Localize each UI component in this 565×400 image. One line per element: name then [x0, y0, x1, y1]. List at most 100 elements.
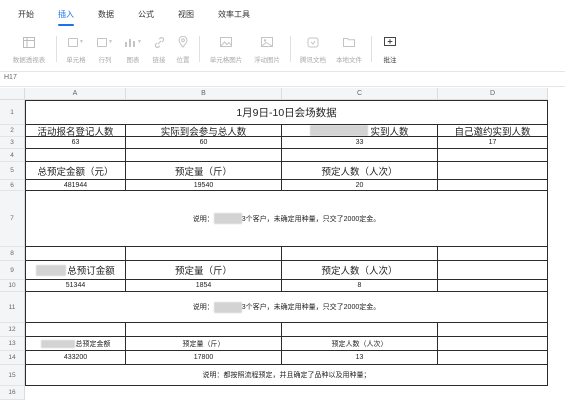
cell-c14[interactable]: 13 — [282, 351, 438, 365]
cell-a4[interactable] — [26, 149, 126, 162]
tab-efficiency-tools[interactable]: 效率工具 — [206, 9, 262, 28]
cell-b14[interactable]: 17800 — [126, 351, 282, 365]
cell-b6[interactable]: 19540 — [126, 180, 282, 191]
tab-insert[interactable]: 插入 — [46, 9, 86, 28]
row-header-10[interactable]: 10 — [0, 280, 25, 292]
floating-image-icon — [261, 34, 273, 50]
local-file-label: 本地文件 — [336, 57, 362, 64]
link-button[interactable]: 链接 — [147, 28, 171, 68]
cell-d4[interactable] — [438, 149, 548, 162]
cell-d3[interactable]: 17 — [438, 137, 548, 149]
column-header-d[interactable]: D — [438, 88, 548, 100]
floating-image-button[interactable]: 浮动图片 — [248, 28, 286, 68]
cell-b4[interactable] — [126, 149, 282, 162]
rows-columns-button[interactable]: ▼ 行列 — [91, 28, 119, 68]
location-icon — [178, 34, 188, 50]
cell-b9[interactable]: 预定量（斤） — [126, 261, 282, 280]
cell-d14[interactable] — [438, 351, 548, 365]
cell-a5[interactable]: 总预定金额（元） — [26, 162, 126, 180]
tab-home[interactable]: 开始 — [6, 9, 46, 28]
cell-d8[interactable] — [438, 247, 548, 261]
row-header-12[interactable]: 12 — [0, 323, 25, 337]
cell-d12[interactable] — [438, 323, 548, 337]
cell-a9-text: 总预订金额 — [67, 266, 115, 277]
cell-d9[interactable] — [438, 261, 548, 280]
column-header-b[interactable]: B — [126, 88, 282, 100]
pivot-table-icon — [23, 34, 35, 50]
cells-button[interactable]: ▼ 单元格 — [61, 28, 91, 68]
cell-c10[interactable]: 8 — [282, 280, 438, 292]
cell-d10[interactable] — [438, 280, 548, 292]
cell-a2[interactable]: 活动报名登记人数 — [26, 125, 126, 137]
row-header-9[interactable]: 9 — [0, 261, 25, 280]
cell-b12[interactable] — [126, 323, 282, 337]
tab-view[interactable]: 视图 — [166, 9, 206, 28]
pivot-table-button[interactable]: 数据透视表 — [6, 28, 52, 68]
sheet-title-cell[interactable]: 1月9日-10日会场数据 — [26, 101, 548, 125]
cell-c9[interactable]: 预定人数（人次） — [282, 261, 438, 280]
folder-icon — [343, 34, 355, 50]
note-cell-row11[interactable]: 说明： 3个客户，未确定用种量，只交了2000定金。 — [26, 292, 548, 323]
note-cell-row7[interactable]: 说明： 3个客户，未确定用种量，只交了2000定金。 — [26, 191, 548, 247]
cell-a14[interactable]: 433200 — [26, 351, 126, 365]
row-header-3[interactable]: 3 — [0, 137, 25, 149]
note-cell-row15[interactable]: 说明：都按照流程预定，并且确定了品种以及用种量； — [26, 365, 548, 386]
cell-a12[interactable] — [26, 323, 126, 337]
location-button[interactable]: 位置 — [171, 28, 195, 68]
tencent-doc-button[interactable]: 腾讯文档 — [295, 28, 331, 68]
row-header-7[interactable]: 7 — [0, 191, 25, 247]
chart-button[interactable]: ▼ 图表 — [119, 28, 147, 68]
note-text: 3个客户，未确定用种量，只交了2000定金。 — [241, 304, 381, 311]
select-all-corner[interactable] — [0, 88, 25, 100]
tab-data[interactable]: 数据 — [86, 9, 126, 28]
cell-c6[interactable]: 20 — [282, 180, 438, 191]
cell-c2[interactable]: 实到人数 — [282, 125, 438, 137]
cell-c12[interactable] — [282, 323, 438, 337]
row-header-13[interactable]: 13 — [0, 337, 25, 351]
cell-a8[interactable] — [26, 247, 126, 261]
cell-c5[interactable]: 预定人数（人次） — [282, 162, 438, 180]
cell-a3[interactable]: 63 — [26, 137, 126, 149]
cell-c4[interactable] — [282, 149, 438, 162]
floating-image-label: 浮动图片 — [254, 57, 280, 64]
row-header-2[interactable]: 2 — [0, 125, 25, 137]
row-header-15[interactable]: 15 — [0, 365, 25, 386]
cell-b5[interactable]: 预定量（斤） — [126, 162, 282, 180]
column-header-c[interactable]: C — [282, 88, 438, 100]
tab-formula[interactable]: 公式 — [126, 9, 166, 28]
cell-b13[interactable]: 预定量（斤） — [126, 337, 282, 351]
cell-d2[interactable]: 自己邀约实到人数 — [438, 125, 548, 137]
row-header-11[interactable]: 11 — [0, 292, 25, 323]
local-file-button[interactable]: 本地文件 — [331, 28, 367, 68]
cell-image-label: 单元格图片 — [209, 57, 243, 64]
pivot-table-label: 数据透视表 — [12, 57, 46, 64]
cell-image-button[interactable]: 单元格图片 — [204, 28, 248, 68]
cell-c2-text: 实到人数 — [370, 126, 409, 137]
cell-b8[interactable] — [126, 247, 282, 261]
cell-a13[interactable]: 总预定金额 — [26, 337, 126, 351]
cell-b2[interactable]: 实际到会参与总人数 — [126, 125, 282, 137]
cell-c13[interactable]: 预定人数（人次） — [282, 337, 438, 351]
row-header-6[interactable]: 6 — [0, 180, 25, 191]
comment-button[interactable]: 批注 — [376, 28, 404, 68]
comment-icon — [384, 34, 396, 50]
column-header-a[interactable]: A — [25, 88, 126, 100]
cell-d13[interactable] — [438, 337, 548, 351]
cell-c8[interactable] — [282, 247, 438, 261]
cell-c3[interactable]: 33 — [282, 137, 438, 149]
cell-d5[interactable] — [438, 162, 548, 180]
row-header-16[interactable]: 16 — [0, 386, 25, 400]
cell-a10[interactable]: 51344 — [26, 280, 126, 292]
cell-b10[interactable]: 1854 — [126, 280, 282, 292]
link-label: 链接 — [152, 57, 166, 64]
row-header-8[interactable]: 8 — [0, 247, 25, 261]
row-header-5[interactable]: 5 — [0, 162, 25, 180]
row-header-4[interactable]: 4 — [0, 149, 25, 162]
cell-a6[interactable]: 481944 — [26, 180, 126, 191]
name-box[interactable]: H17 — [4, 74, 17, 81]
cell-d6[interactable] — [438, 180, 548, 191]
row-header-14[interactable]: 14 — [0, 351, 25, 365]
cell-a9[interactable]: 总预订金额 — [26, 261, 126, 280]
row-header-1[interactable]: 1 — [0, 100, 25, 125]
cell-b3[interactable]: 60 — [126, 137, 282, 149]
